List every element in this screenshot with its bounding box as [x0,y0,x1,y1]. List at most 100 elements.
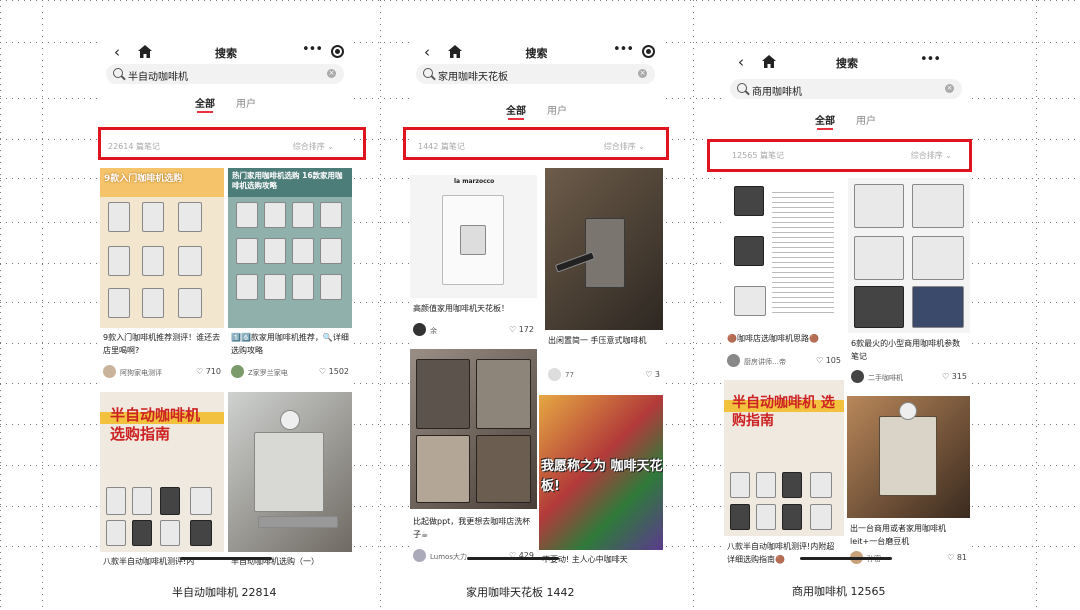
note-caption: 八款半自动咖啡机测评!内附超详细选购指南🟤 [727,542,835,564]
gauge-thumb [280,410,300,430]
target-icon[interactable] [642,45,655,58]
image-banner: 9款入门咖啡机选购 [104,174,183,184]
clear-icon[interactable]: × [638,69,647,78]
panel-caption: 家用咖啡天花板 1442 [466,586,575,599]
heart-icon: ♡ [947,553,955,562]
clear-icon[interactable]: × [945,84,954,93]
machine-thumb [178,202,202,232]
tab-bar: 全部 用户 [100,95,352,113]
more-icon[interactable]: ••• [302,42,323,57]
image-banner: 半自动咖啡机 选购指南 [732,395,835,429]
machine-thumb [854,184,904,228]
machine-thumb [264,274,286,300]
machine-thumb [734,236,764,266]
note-card[interactable]: la marzocco 高颜值家用咖啡机天花板！ 余 ♡ 172 [410,175,537,343]
machine-thumb [190,520,212,546]
search-icon [113,68,123,78]
heart-icon: ♡ [816,356,824,365]
like-count[interactable]: ♡ 3 [645,370,660,379]
panel-caption: 半自动咖啡机 22814 [172,586,277,599]
author-name: 厨房讲师…帝 [744,358,786,366]
note-image: 半自动咖啡机 选购指南 [100,392,224,552]
search-input[interactable]: 商用咖啡机 × [730,79,962,99]
note-caption: 1️⃣6️⃣款家用咖啡机推荐，🔍详细选购攻略 [231,333,349,355]
like-count[interactable]: ♡ 710 [196,367,221,376]
tab-user[interactable]: 用户 [547,102,567,117]
tab-user[interactable]: 用户 [236,95,256,110]
machine-thumb [810,504,832,530]
grid-line [1036,0,1037,610]
note-card[interactable]: 半自动咖啡机 选购指南 八款半自动咖啡机测评!内 [100,392,224,565]
scroll-indicator[interactable] [467,557,559,560]
note-card[interactable]: 9款入门咖啡机选购 9款入门咖啡机推荐测评！谁还去店里喝啊? 阿狗家电测评 ♡ … [100,168,224,386]
like-value: 1502 [328,367,349,376]
machine-thumb [108,288,130,318]
avatar [727,354,740,367]
highlight-box [98,127,366,160]
search-input[interactable]: 家用咖啡天花板 × [416,64,655,84]
note-card[interactable]: 出闲置简一 手压意式咖啡机 77 ♡ 3 [545,168,663,390]
search-input[interactable]: 半自动咖啡机 × [106,64,344,84]
note-image: 9款入门咖啡机选购 [100,168,224,328]
highlight-box [403,127,669,160]
note-caption: 9款入门咖啡机推荐测评！谁还去店里喝啊? [103,333,221,355]
photo-tile [416,359,470,429]
like-count[interactable]: ♡ 105 [816,356,841,365]
clear-icon[interactable]: × [327,69,336,78]
scroll-indicator[interactable] [180,557,272,560]
top-bar: ‹ 搜索 ••• [100,40,352,66]
like-count[interactable]: ♡ 172 [509,325,534,334]
note-card[interactable]: 半自动咖啡机 选购指南 八款半自动咖啡机测评!内附超详细选购指南🟤 [724,380,844,565]
note-image [545,168,663,330]
image-banner: la marzocco [454,178,495,185]
tab-all[interactable]: 全部 [195,95,215,113]
note-card[interactable]: 我愿称之为 咖啡天花板! 不要动! 主人心中咖啡天 [539,395,663,565]
machine-thumb [730,472,750,498]
target-icon[interactable] [331,45,344,58]
heart-icon: ♡ [942,372,950,381]
photo-tile [476,435,531,503]
like-count[interactable]: ♡ 1502 [319,367,349,376]
more-icon[interactable]: ••• [920,52,941,67]
tab-all[interactable]: 全部 [815,112,835,130]
top-bar: ‹ 搜索 ••• [410,40,663,66]
machine-thumb [132,487,152,515]
note-card[interactable]: 热门家用咖啡机选购 16款家用咖啡机选购攻略 1️⃣6️⃣款家用咖啡机推荐，🔍详… [228,168,352,386]
author-name: Z家罗兰家电 [248,369,288,377]
highlight-box [707,139,972,172]
note-caption: 不要动! 主人心中咖啡天 [542,555,628,564]
note-card[interactable]: 出一台商用或者家用咖啡机 leit+一台磨豆机 孙密 ♡ 81 [847,396,970,565]
note-card[interactable]: 比起做ppt，我更想去咖啡店洗杯子☕ Lumos大力 ♡ 429 [410,349,537,565]
machine-thumb [160,487,180,515]
tray-thumb [258,516,338,528]
machine-thumb [854,236,904,280]
scroll-indicator[interactable] [800,557,892,560]
like-value: 172 [518,325,534,334]
tab-user[interactable]: 用户 [856,112,876,127]
note-image [848,178,970,333]
machine-thumb [178,288,202,318]
like-count[interactable]: ♡ 315 [942,372,967,381]
machine-thumb [782,472,802,498]
note-card[interactable]: 6款最火的小型商用咖啡机参数笔记 二手咖啡机 ♡ 315 [848,178,970,388]
more-icon[interactable]: ••• [613,42,634,57]
note-meta: 77 ♡ 3 [548,368,660,382]
machine-thumb [756,472,776,498]
image-banner: 我愿称之为 咖啡天花板! [541,459,663,494]
machine-thumb [756,504,776,530]
machine-thumb [108,246,130,276]
grid-line [380,0,381,610]
machine-thumb [854,286,904,328]
note-caption: 🟤咖啡店选咖啡机思路🟤 [727,334,819,343]
note-card[interactable]: 🟤咖啡店选咖啡机思路🟤 厨房讲师…帝 ♡ 105 [724,178,844,374]
like-count[interactable]: ♡ 81 [947,553,967,562]
tab-all[interactable]: 全部 [506,102,526,120]
search-panel: ‹ 搜索 ••• 商用咖啡机 × 全部 用户 12565 篇笔记 综合排序 ⌄ … [724,50,970,565]
group-head [460,225,486,255]
machine-thumb [292,238,314,264]
note-image [847,396,970,518]
note-card[interactable]: 半自动咖啡机选购（一） [228,392,352,565]
author-name: 阿狗家电测评 [120,369,162,377]
like-value: 3 [654,370,660,379]
grid-line [693,0,694,610]
